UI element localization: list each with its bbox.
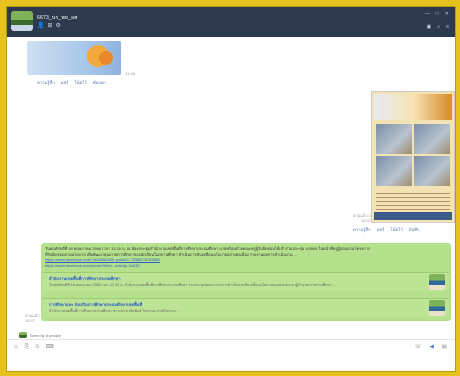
chat-name[interactable]: 6673_นร_พย_อศ bbox=[37, 14, 78, 22]
note-link[interactable]: โน้ตไว้ bbox=[74, 79, 86, 86]
chat-meta: 👤 ⊞ ⚙ bbox=[37, 23, 61, 29]
window-controls: — □ ✕ bbox=[425, 11, 449, 17]
message-time: 15:37 bbox=[25, 318, 36, 323]
group-avatar[interactable] bbox=[11, 11, 33, 31]
copy-link[interactable]: คัดลอก bbox=[93, 79, 106, 86]
screenshot-icon[interactable]: ⊙ bbox=[35, 344, 40, 351]
poster-actions: ความรู้สึก แชร์ โน้ตไว้ บันทึก bbox=[353, 226, 420, 233]
link-preview-title: การศึกษาและ ส่งเสริมการศึกษาประถมศึกษาเข… bbox=[49, 302, 143, 307]
message-link[interactable]: https://www.facebook.com/photo/?fbid=..a… bbox=[45, 263, 447, 269]
sticker-hand-secondary bbox=[99, 51, 113, 65]
emoji-icon[interactable]: ☺ bbox=[13, 344, 19, 351]
input-actions: ☏ ◀ ▤ bbox=[415, 344, 447, 350]
link-preview-title: สำนักงานเขตพื้นที่การศึกษาประถมศึกษา bbox=[49, 276, 121, 281]
share-link[interactable]: แชร์ bbox=[377, 226, 385, 233]
input-tools: ☺ ⎘ ⊙ ⌨ bbox=[13, 344, 54, 351]
note-link[interactable]: โน้ตไว้ bbox=[390, 226, 402, 233]
message-input-bar[interactable]: ☺ ⎘ ⊙ ⌨ ☏ ◀ ▤ bbox=[7, 339, 455, 371]
link-preview-card[interactable]: การศึกษาและ ส่งเสริมการศึกษาประถมศึกษาเข… bbox=[43, 298, 449, 317]
call-icon[interactable]: ☏ bbox=[415, 344, 422, 350]
poster-footer bbox=[374, 212, 452, 220]
chat-window: 6673_นร_พย_อศ 👤 ⊞ ⚙ — □ ✕ ▣ ⌕ ≡ 13:38 คว… bbox=[6, 6, 456, 372]
save-link[interactable]: บันทึก bbox=[409, 226, 420, 233]
link-preview-description: วันพฤหัสบดีที่ 18 พฤษภาคม 2566 เวลา 13.3… bbox=[49, 283, 336, 287]
chat-tools: ▣ ⌕ ≡ bbox=[427, 24, 449, 30]
minimize-icon[interactable]: — bbox=[425, 11, 430, 17]
message-timestamp: อ่านแล้ว 15:37 bbox=[25, 313, 40, 323]
poster-photo bbox=[376, 124, 412, 154]
attach-icon[interactable]: ⎘ bbox=[25, 344, 29, 351]
menu-icon[interactable]: ≡ bbox=[446, 24, 449, 30]
poster-photo bbox=[414, 124, 450, 154]
poster-header bbox=[374, 94, 452, 120]
seen-by-text: Seen by 8 people bbox=[30, 332, 62, 338]
poster-photo bbox=[376, 156, 412, 186]
poster-photos bbox=[376, 124, 450, 186]
poster-image[interactable] bbox=[371, 91, 455, 223]
reaction-link[interactable]: ความรู้สึก bbox=[37, 79, 55, 86]
poster-text-block bbox=[376, 190, 450, 212]
link-preview-thumbnail bbox=[429, 274, 445, 290]
settings-icon[interactable]: ⚙ bbox=[56, 23, 61, 29]
album-icon[interactable]: ▣ bbox=[427, 24, 432, 30]
poster-photo bbox=[414, 156, 450, 186]
maximize-icon[interactable]: □ bbox=[436, 11, 439, 17]
keyboard-icon[interactable]: ⌨ bbox=[46, 344, 54, 351]
sticker-image[interactable] bbox=[27, 41, 121, 75]
close-icon[interactable]: ✕ bbox=[445, 11, 449, 17]
link-preview-card[interactable]: สำนักงานเขตพื้นที่การศึกษาประถมศึกษา วัน… bbox=[43, 272, 449, 291]
sticker-actions: ความรู้สึก แชร์ โน้ตไว้ คัดลอก bbox=[37, 79, 106, 86]
link-preview-description: สำนักงานเขตพื้นที่การศึกษาประถมศึกษา ข่า… bbox=[49, 309, 180, 313]
link-preview-thumbnail bbox=[429, 300, 445, 316]
title-bar: 6673_นร_พย_อศ 👤 ⊞ ⚙ — □ ✕ ▣ ⌕ ≡ bbox=[7, 7, 455, 37]
send-icon[interactable]: ◀ bbox=[430, 344, 434, 350]
seen-avatar bbox=[19, 332, 27, 338]
share-link[interactable]: แชร์ bbox=[61, 79, 69, 86]
person-icon[interactable]: 👤 bbox=[37, 23, 44, 29]
poster-time: 15:37 bbox=[360, 218, 371, 223]
text-message-bubble[interactable]: วันพฤหัสบดีที่ 18 พฤษภาคม 2566 เวลา 13.3… bbox=[41, 243, 451, 321]
seen-indicator[interactable]: Seen by 8 people bbox=[19, 332, 61, 338]
sticker-timestamp: 13:38 bbox=[125, 71, 136, 76]
poster-timestamp: อ่านแล้ว 2 15:37 bbox=[353, 213, 371, 223]
grid-icon[interactable]: ⊞ bbox=[47, 23, 52, 29]
more-icon[interactable]: ▤ bbox=[442, 344, 447, 350]
search-icon[interactable]: ⌕ bbox=[437, 24, 440, 30]
reaction-link[interactable]: ความรู้สึก bbox=[353, 226, 371, 233]
